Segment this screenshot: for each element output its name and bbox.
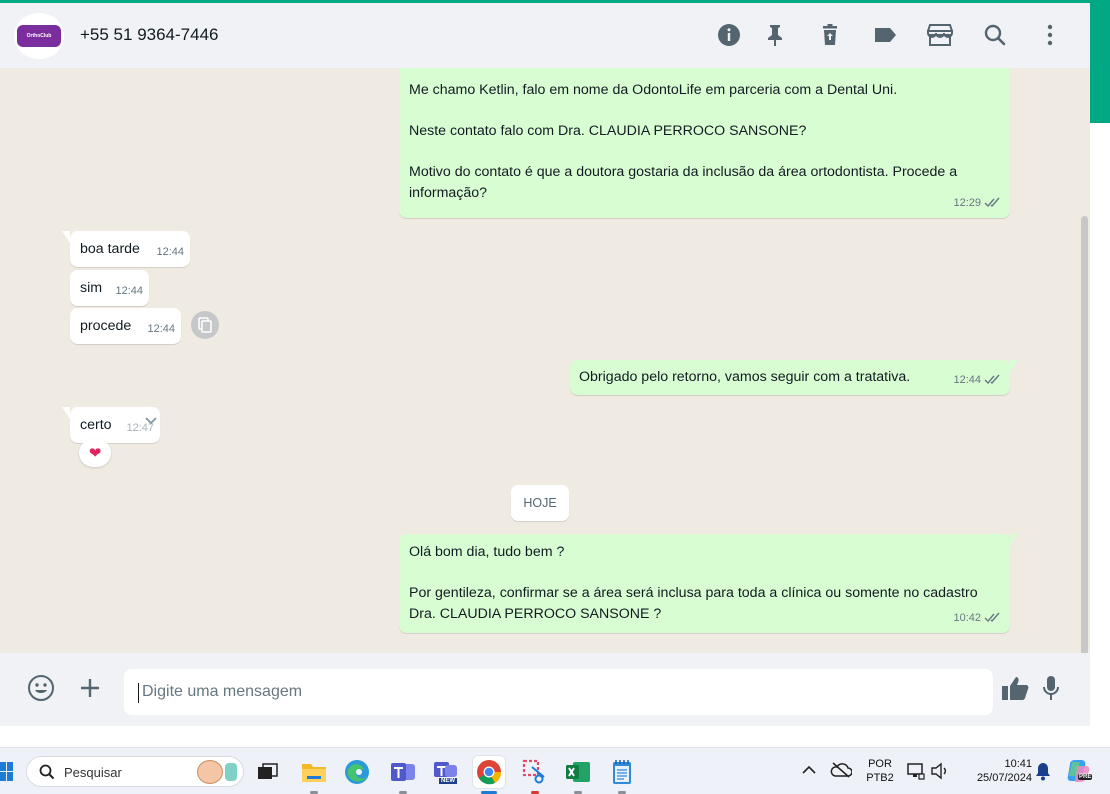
delete-icon[interactable]	[816, 21, 844, 49]
teams-icon[interactable]	[387, 756, 419, 794]
clock-time: 10:41	[1004, 758, 1032, 770]
message-incoming[interactable]: sim 12:44	[70, 270, 149, 306]
message-time: 10:42	[953, 611, 981, 624]
windows-taskbar: Pesquisar NEW POR PTB2 10:41 25/07/2024 …	[0, 747, 1110, 794]
message-time: 12:44	[953, 373, 981, 386]
label-icon[interactable]	[871, 21, 899, 49]
message-incoming[interactable]: certo 12:47	[62, 407, 160, 443]
text-caret	[138, 683, 139, 703]
message-time: 12:44	[147, 322, 175, 335]
edge-icon[interactable]	[341, 756, 373, 788]
search-icon[interactable]	[981, 21, 1009, 49]
search-label: Pesquisar	[64, 765, 122, 780]
volume-icon[interactable]	[930, 762, 950, 780]
clock[interactable]: 10:41 25/07/2024	[962, 757, 1032, 785]
search-highlight-icon	[225, 763, 237, 781]
message-input[interactable]	[124, 669, 993, 715]
notepad-icon[interactable]	[606, 756, 638, 794]
microphone-icon[interactable]	[1036, 673, 1066, 703]
pin-icon[interactable]	[761, 21, 789, 49]
message-text: procede	[80, 318, 132, 334]
message-outgoing[interactable]: Obrigado pelo retorno, vamos seguir com …	[570, 360, 1018, 395]
contact-name[interactable]: +55 51 9364-7446	[80, 25, 219, 45]
chat-header: OrthoClub +55 51 9364-7446	[0, 3, 1090, 68]
message-text: Olá bom dia, tudo bem ? Por gentileza, c…	[409, 544, 978, 622]
avatar[interactable]: OrthoClub	[14, 13, 64, 59]
read-ticks-icon	[984, 197, 1000, 208]
message-text: Me chamo Ketlin, falo em nome da OdontoL…	[409, 82, 958, 201]
language-code: POR	[868, 758, 892, 770]
preview-badge: PRE	[1078, 774, 1093, 780]
teams-new-icon[interactable]: NEW	[430, 756, 462, 788]
network-icon[interactable]	[907, 762, 925, 780]
avatar-logo: OrthoClub	[17, 25, 61, 47]
window-bottom	[0, 726, 1090, 747]
notification-bell-icon[interactable]	[1035, 762, 1051, 781]
new-badge: NEW	[439, 778, 457, 784]
window-edge	[1090, 3, 1110, 747]
taskbar-search[interactable]: Pesquisar	[26, 756, 244, 787]
search-icon	[39, 764, 55, 780]
date-divider: HOJE	[511, 485, 569, 521]
message-text: boa tarde	[80, 241, 140, 257]
message-time: 12:44	[156, 245, 184, 258]
onedrive-offline-icon[interactable]	[830, 761, 852, 779]
more-icon[interactable]	[1036, 21, 1064, 49]
read-ticks-icon	[984, 612, 1000, 623]
clock-date: 25/07/2024	[976, 772, 1032, 784]
composer-bar	[0, 653, 1090, 726]
snipping-tool-icon[interactable]	[519, 756, 551, 794]
message-text: Obrigado pelo retorno, vamos seguir com …	[579, 369, 911, 385]
message-meta: 10:42	[953, 608, 1002, 629]
chevron-down-icon[interactable]	[145, 417, 157, 425]
emoji-icon[interactable]	[26, 673, 56, 703]
store-icon[interactable]	[926, 21, 954, 49]
file-explorer-icon[interactable]	[298, 756, 330, 794]
copilot-icon[interactable]: PRE	[1066, 758, 1093, 784]
task-view-icon[interactable]	[252, 756, 284, 788]
message-meta: 12:29	[953, 193, 1002, 214]
message-outgoing[interactable]: Me chamo Ketlin, falo em nome da OdontoL…	[399, 68, 1010, 218]
chat-scrollbar[interactable]	[1081, 216, 1088, 653]
message-text: sim	[80, 280, 103, 296]
keyboard-layout: PTB2	[866, 772, 894, 784]
message-outgoing[interactable]: Olá bom dia, tudo bem ? Por gentileza, c…	[399, 534, 1018, 633]
heart-reaction[interactable]: ❤	[79, 439, 111, 467]
excel-icon[interactable]	[562, 756, 594, 794]
message-incoming[interactable]: boa tarde 12:44	[62, 231, 190, 267]
thumbs-up-icon[interactable]	[1000, 673, 1030, 703]
start-button[interactable]	[0, 762, 14, 782]
info-icon[interactable]	[715, 21, 743, 49]
input-language[interactable]: POR PTB2	[863, 757, 897, 785]
message-time: 12:29	[953, 196, 981, 209]
read-ticks-icon	[984, 374, 1000, 385]
search-highlight-icon	[197, 760, 223, 784]
message-text: certo	[80, 417, 112, 433]
attach-plus-icon[interactable]	[75, 673, 105, 703]
chevron-up-icon[interactable]	[802, 765, 816, 775]
chat-area[interactable]: Me chamo Ketlin, falo em nome da OdontoL…	[0, 68, 1090, 653]
chrome-icon[interactable]	[473, 756, 505, 794]
message-incoming[interactable]: procede 12:44	[70, 308, 181, 344]
copy-icon[interactable]	[191, 311, 219, 339]
message-meta: 12:44	[953, 370, 1002, 391]
message-time: 12:44	[115, 284, 143, 297]
